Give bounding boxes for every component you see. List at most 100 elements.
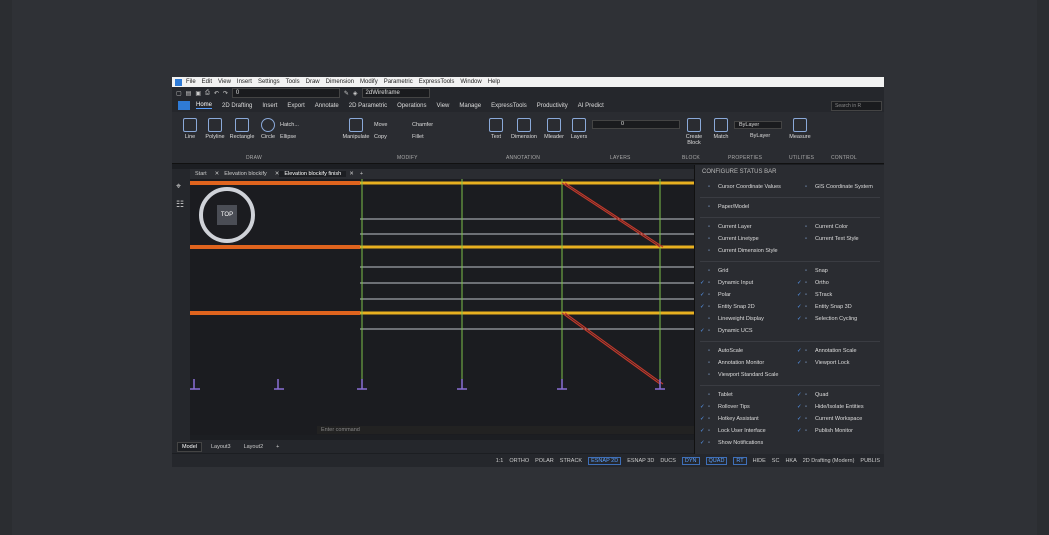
close-icon[interactable]: ✕ xyxy=(349,171,354,177)
tab-view[interactable]: View xyxy=(436,103,449,109)
tab-home[interactable]: Home xyxy=(196,102,213,109)
workspace-icon[interactable] xyxy=(178,101,190,110)
doc-tab-elevation-blockify[interactable]: Elevation blockify xyxy=(219,171,272,177)
status-quad[interactable]: QUAD xyxy=(705,456,728,465)
status-option-publish-monitor[interactable]: ✓ ▫ Publish Monitor xyxy=(797,427,853,436)
linetype-dropdown[interactable]: ByLayer xyxy=(750,133,782,139)
status-option-cursor-coordinate-values[interactable]: ▫ Cursor Coordinate Values xyxy=(700,183,781,192)
annotation-scale[interactable]: 1:1 xyxy=(496,458,504,464)
measure-tool[interactable]: Measure xyxy=(786,118,814,140)
line-tool[interactable]: Line xyxy=(180,118,200,140)
status-option-current-linetype[interactable]: ▫ Current Linetype xyxy=(700,235,759,244)
status-option-quad[interactable]: ✓ ▫ Quad xyxy=(797,391,828,400)
menu-dimension[interactable]: Dimension xyxy=(326,79,354,85)
status-ortho[interactable]: ORTHO xyxy=(509,458,529,464)
status-polar[interactable]: POLAR xyxy=(535,458,554,464)
tab-2d-parametric[interactable]: 2D Parametric xyxy=(349,103,387,109)
status-option-snap[interactable]: ▫ Snap xyxy=(797,267,828,276)
tab-operations[interactable]: Operations xyxy=(397,103,426,109)
structure-tree-icon[interactable]: ☷ xyxy=(176,199,184,210)
command-line[interactable]: Enter command xyxy=(317,426,701,434)
dimension-tool[interactable]: Dimension xyxy=(508,118,540,140)
menu-modify[interactable]: Modify xyxy=(360,79,378,85)
status-option-paper-model[interactable]: ▫ Paper/Model xyxy=(700,203,749,212)
status-option-dynamic-input[interactable]: ✓ ▫ Dynamic Input xyxy=(700,279,753,288)
search-input[interactable]: Search in R xyxy=(831,100,882,111)
status-option-grid[interactable]: ▫ Grid xyxy=(700,267,728,276)
layout-tab-layout3[interactable]: Layout3 xyxy=(207,443,235,451)
text-tool[interactable]: Text xyxy=(486,118,506,140)
menu-view[interactable]: View xyxy=(218,79,231,85)
tab-export[interactable]: Export xyxy=(287,103,304,109)
add-tab-icon[interactable]: + xyxy=(360,171,363,177)
status-option-dynamic-ucs[interactable]: ✓ ▫ Dynamic UCS xyxy=(700,327,753,336)
match-tool[interactable]: Match xyxy=(710,118,732,140)
status-dyn[interactable]: DYN xyxy=(681,456,700,465)
rectangle-tool[interactable]: Rectangle xyxy=(228,118,256,140)
status-option-current-workspace[interactable]: ✓ ▫ Current Workspace xyxy=(797,415,862,424)
status-option-entity-snap-3d[interactable]: ✓ ▫ Entity Snap 3D xyxy=(797,303,852,312)
status-option-current-text-style[interactable]: ▫ Current Text Style xyxy=(797,235,859,244)
status-option-annotation-monitor[interactable]: ▫ Annotation Monitor xyxy=(700,359,764,368)
status-rt[interactable]: RT xyxy=(733,456,747,465)
fillet-tool[interactable]: Fillet xyxy=(412,134,442,140)
menu-insert[interactable]: Insert xyxy=(237,79,252,85)
circle-tool[interactable]: Circle xyxy=(258,118,278,140)
status-option-ortho[interactable]: ✓ ▫ Ortho xyxy=(797,279,829,288)
status-option-show-notifications[interactable]: ✓ ▫ Show Notifications xyxy=(700,439,763,448)
tab-ai-predict[interactable]: AI Predict xyxy=(578,103,604,109)
new-file-icon[interactable]: ▢ xyxy=(176,90,182,97)
tab-annotate[interactable]: Annotate xyxy=(315,103,339,109)
status-strack[interactable]: STRACK xyxy=(560,458,582,464)
status-option-current-dimension-style[interactable]: ▫ Current Dimension Style xyxy=(700,247,778,256)
menu-expresstools[interactable]: ExpressTools xyxy=(419,79,455,85)
visual-style-selector[interactable]: 2dWireframe xyxy=(361,88,430,98)
tab-expresstools[interactable]: ExpressTools xyxy=(491,103,527,109)
polyline-tool[interactable]: Polyline xyxy=(202,118,228,140)
status-option-viewport-lock[interactable]: ✓ ▫ Viewport Lock xyxy=(797,359,849,368)
status-publish[interactable]: PUBLIS xyxy=(860,458,880,464)
doc-tab-elevation-blockify-finish[interactable]: Elevation blockify finish xyxy=(279,171,347,177)
tab-insert[interactable]: Insert xyxy=(262,103,277,109)
save-icon[interactable]: ▣ xyxy=(195,90,201,97)
doc-tab-start[interactable]: Start xyxy=(190,171,212,177)
status-option-rollover-tips[interactable]: ✓ ▫ Rollover Tips xyxy=(700,403,750,412)
status-esnap-3d[interactable]: ESNAP 3D xyxy=(627,458,654,464)
ellipse-tool[interactable]: Ellipse xyxy=(280,134,318,140)
menu-help[interactable]: Help xyxy=(488,79,500,85)
current-layer-dropdown[interactable]: 0 xyxy=(592,120,680,129)
status-option-lock-user-interface[interactable]: ✓ ▫ Lock User Interface xyxy=(700,427,766,436)
menu-tools[interactable]: Tools xyxy=(286,79,300,85)
menu-parametric[interactable]: Parametric xyxy=(384,79,413,85)
move-tool[interactable]: Move xyxy=(374,122,404,128)
menu-window[interactable]: Window xyxy=(460,79,481,85)
status-option-hotkey-assistant[interactable]: ✓ ▫ Hotkey Assistant xyxy=(700,415,759,424)
menu-draw[interactable]: Draw xyxy=(306,79,320,85)
layer-selector[interactable]: 0 xyxy=(231,88,340,98)
status-option-strack[interactable]: ✓ ▫ STrack xyxy=(797,291,832,300)
mleader-tool[interactable]: Mleader xyxy=(540,118,568,140)
status-option-gis-coordinate-system[interactable]: ▫ GIS Coordinate System xyxy=(797,183,873,192)
status-ducs[interactable]: DUCS xyxy=(660,458,676,464)
manipulate-tool[interactable]: Manipulate xyxy=(340,118,372,140)
status-option-annotation-scale[interactable]: ✓ ▫ Annotation Scale xyxy=(797,347,857,356)
status-option-lineweight-display[interactable]: ▫ Lineweight Display xyxy=(700,315,764,324)
status-option-selection-cycling[interactable]: ✓ ▫ Selection Cycling xyxy=(797,315,857,324)
tab-manage[interactable]: Manage xyxy=(459,103,481,109)
status-sc[interactable]: SC xyxy=(772,458,780,464)
location-pin-icon[interactable]: ⌖ xyxy=(176,181,181,192)
status-workspace[interactable]: 2D Drafting (Modern) xyxy=(803,458,855,464)
drawing-canvas[interactable] xyxy=(190,179,698,435)
status-option-hide-isolate-entities[interactable]: ✓ ▫ Hide/Isolate Entities xyxy=(797,403,864,412)
status-option-current-layer[interactable]: ▫ Current Layer xyxy=(700,223,752,232)
layout-tab-layout2[interactable]: Layout2 xyxy=(240,443,268,451)
copy-tool[interactable]: Copy xyxy=(374,134,404,140)
layer-tool-icon[interactable]: ◈ xyxy=(353,90,358,97)
undo-icon[interactable]: ↶ xyxy=(214,90,219,97)
redo-icon[interactable]: ↷ xyxy=(223,90,228,97)
create-block-tool[interactable]: Create Block xyxy=(680,118,708,146)
match-icon[interactable]: ✎ xyxy=(344,90,349,97)
tab-2d-drafting[interactable]: 2D Drafting xyxy=(222,103,252,109)
layout-tab-model[interactable]: Model xyxy=(177,441,202,452)
menu-settings[interactable]: Settings xyxy=(258,79,280,85)
